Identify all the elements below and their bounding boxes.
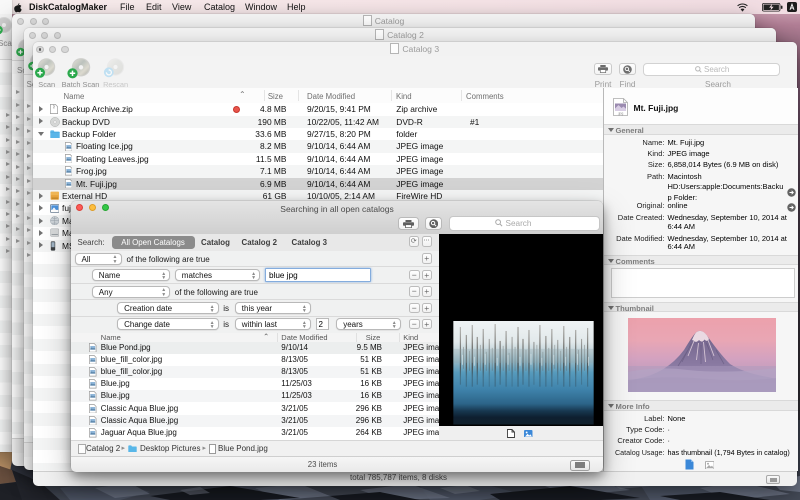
svg-text:.jpg: .jpg	[617, 112, 623, 116]
